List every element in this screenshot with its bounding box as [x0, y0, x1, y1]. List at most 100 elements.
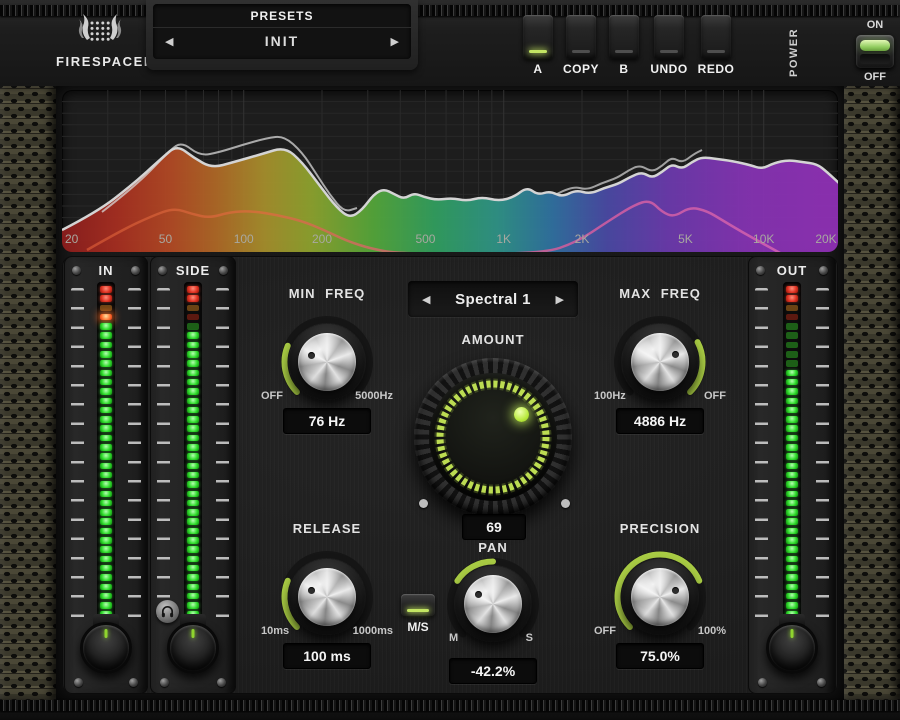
- undo-label: UNDO: [645, 62, 693, 76]
- max-freq-value[interactable]: 4886 Hz: [616, 408, 704, 434]
- knob-pointer: [192, 629, 195, 638]
- power-section: POWER ON OFF: [780, 8, 898, 86]
- spectrum-analyzer: 20501002005001K2K5K10K20K: [62, 90, 838, 252]
- max-freq-label: MAX FREQ: [590, 286, 730, 301]
- ab-button-a[interactable]: [523, 15, 553, 59]
- copy-label: COPY: [557, 62, 605, 76]
- pan-knob[interactable]: [433, 544, 553, 664]
- release-value[interactable]: 100 ms: [283, 643, 371, 669]
- brand-logo: FIRESPACER: [56, 12, 144, 74]
- knob-pointer-dot: [308, 352, 315, 359]
- meter-name: IN: [99, 263, 114, 278]
- precision-knob[interactable]: [600, 537, 720, 657]
- side-listen-button[interactable]: [156, 600, 179, 623]
- screw-icon: [160, 678, 169, 687]
- svg-text:100: 100: [234, 232, 254, 246]
- meter-ticks: [216, 288, 229, 628]
- min-freq-value[interactable]: 76 Hz: [283, 408, 371, 434]
- meter-ticks: [71, 288, 84, 628]
- min-freq-knob[interactable]: [267, 302, 387, 422]
- meter-name: SIDE: [176, 263, 210, 278]
- knob-pointer-dot: [308, 587, 315, 594]
- screw-icon: [158, 266, 167, 275]
- svg-text:500: 500: [415, 232, 435, 246]
- mode-prev-button[interactable]: ◀: [422, 293, 430, 306]
- meter-ticks: [157, 288, 170, 628]
- precision-group: PRECISION OFF 100% 75.0%: [590, 521, 730, 697]
- knob-pointer: [791, 629, 794, 638]
- power-switch-pill: [860, 40, 890, 51]
- release-knob[interactable]: [267, 537, 387, 657]
- redo-indicator: [707, 50, 725, 53]
- redo-button[interactable]: [701, 15, 731, 59]
- screw-icon: [131, 266, 140, 275]
- power-switch[interactable]: [856, 35, 894, 68]
- meter-ticks: [816, 288, 829, 628]
- ab-label-a: A: [514, 62, 562, 76]
- pan-side-label: S: [526, 632, 533, 644]
- a-indicator: [529, 50, 547, 53]
- svg-text:10K: 10K: [753, 232, 774, 246]
- screw-icon: [129, 678, 138, 687]
- amount-knob[interactable]: [408, 352, 578, 522]
- right-vent-rail: [844, 86, 900, 700]
- meter-ticks: [128, 288, 141, 628]
- output-level-knob[interactable]: [766, 622, 818, 674]
- brand-name: FIRESPACER: [56, 54, 144, 69]
- pan-value[interactable]: -42.2%: [449, 658, 537, 684]
- preset-next-button[interactable]: ▶: [391, 35, 399, 48]
- svg-text:50: 50: [159, 232, 173, 246]
- svg-text:5K: 5K: [678, 232, 693, 246]
- svg-text:200: 200: [312, 232, 332, 246]
- pan-mid-label: M: [449, 632, 458, 644]
- amount-max-dot: [561, 499, 570, 508]
- undo-button[interactable]: [654, 15, 684, 59]
- mode-next-button[interactable]: ▶: [556, 293, 564, 306]
- meter-ticks: [755, 288, 768, 628]
- presets-panel: PRESETS ◀ INIT ▶: [146, 0, 418, 70]
- headphone-icon: [160, 604, 175, 619]
- input-level-knob[interactable]: [80, 622, 132, 674]
- svg-text:2K: 2K: [575, 232, 590, 246]
- side-meter: SIDE: [150, 256, 236, 694]
- release-max-label: 1000ms: [353, 625, 393, 637]
- amount-value[interactable]: 69: [462, 514, 526, 540]
- svg-text:20: 20: [65, 232, 79, 246]
- redo-label: REDO: [692, 62, 740, 76]
- precision-value[interactable]: 75.0%: [616, 643, 704, 669]
- flame-icon: [69, 12, 131, 48]
- precision-min-label: OFF: [594, 625, 616, 637]
- ms-indicator: [407, 609, 429, 612]
- max-freq-group: MAX FREQ 100Hz OFF 4886 Hz: [590, 286, 730, 462]
- max-freq-knob[interactable]: [600, 302, 720, 422]
- screw-icon: [72, 266, 81, 275]
- amount-pointer-dot: [514, 407, 529, 422]
- release-group: RELEASE 10ms 1000ms 100 ms: [257, 521, 397, 697]
- amount-min-dot: [419, 499, 428, 508]
- mode-selector[interactable]: ◀ Spectral 1 ▶: [408, 281, 578, 317]
- preset-value[interactable]: INIT: [265, 33, 299, 49]
- knob-pointer: [105, 629, 108, 638]
- screw-icon: [819, 266, 828, 275]
- undo-indicator: [660, 50, 678, 53]
- min-freq-min-label: OFF: [261, 390, 283, 402]
- knob-pointer-dot: [672, 351, 679, 358]
- preset-prev-button[interactable]: ◀: [165, 35, 173, 48]
- output-meter: OUT: [748, 256, 836, 694]
- ms-toggle-button[interactable]: [401, 594, 435, 616]
- mode-value[interactable]: Spectral 1: [455, 291, 531, 308]
- bottom-ridge-trim: [0, 700, 900, 711]
- copy-indicator: [572, 50, 590, 53]
- power-off-label: OFF: [851, 71, 899, 83]
- side-level-knob[interactable]: [167, 622, 219, 674]
- plugin-window: FIRESPACER PRESETS ◀ INIT ▶ A COPY B UND…: [0, 0, 900, 720]
- ab-button-b[interactable]: [609, 15, 639, 59]
- power-on-label: ON: [851, 19, 899, 31]
- min-freq-max-label: 5000Hz: [355, 390, 393, 402]
- copy-button[interactable]: [566, 15, 596, 59]
- ab-label-b: B: [600, 62, 648, 76]
- min-freq-label: MIN FREQ: [257, 286, 397, 301]
- screw-icon: [756, 266, 765, 275]
- presets-title: PRESETS: [153, 4, 411, 28]
- spectrum-display: 20501002005001K2K5K10K20K: [62, 90, 838, 252]
